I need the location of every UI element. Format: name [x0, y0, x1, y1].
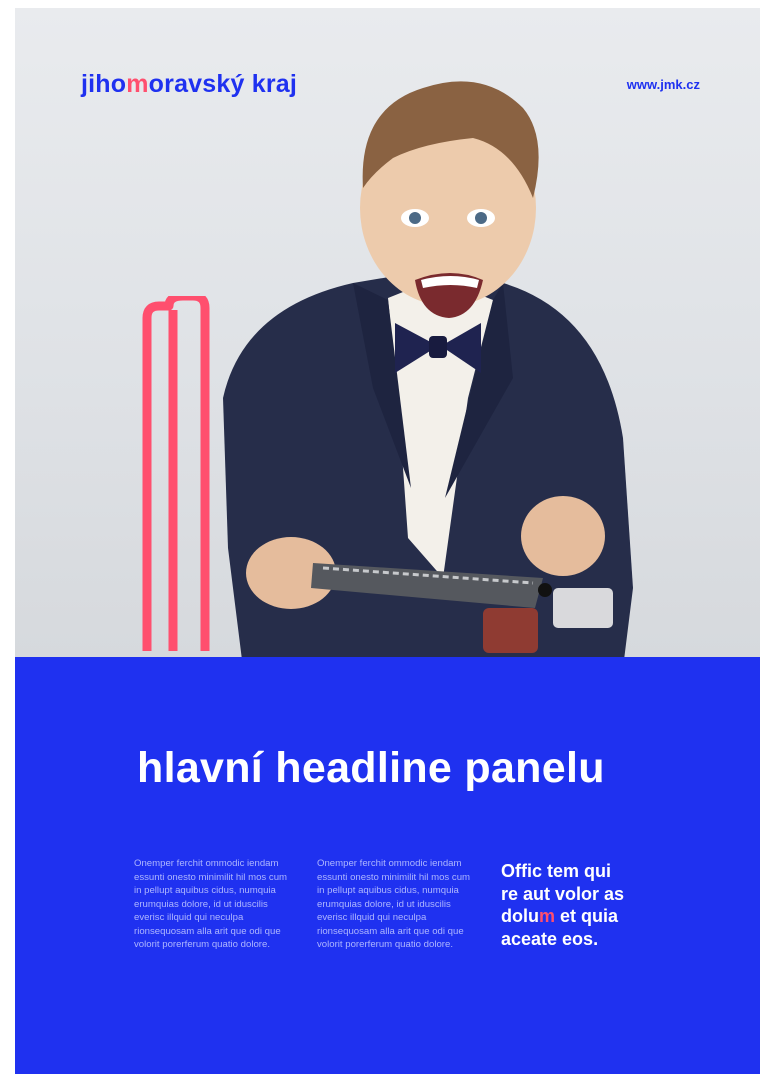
body-text-column-2: Onemper ferchit ommodic iendam essunti o…: [317, 858, 471, 950]
quote-line-4: aceate eos.: [501, 928, 599, 949]
logo-accent-letter: m: [126, 70, 149, 98]
child-figure: [223, 81, 633, 657]
hero-photo: jihomoravský kraj www.jmk.cz: [15, 8, 760, 657]
quote-line-3-start: dolu: [501, 906, 539, 926]
logo-text-start: jiho: [81, 70, 127, 98]
quote-accent-letter: m: [539, 906, 556, 926]
body-text-column-1: Onemper ferchit ommodic iendam essunti o…: [134, 858, 288, 950]
quote-line-1: Offic tem qui: [501, 861, 612, 881]
poster: jihomoravský kraj www.jmk.cz hlavní head…: [15, 8, 760, 1074]
quote-line-3: dolum et quia: [501, 905, 671, 928]
pull-quote: Offic tem qui re aut volor as dolum et q…: [501, 860, 671, 950]
headline: hlavní headline panelu: [137, 744, 605, 792]
quote-line-3-end: et quia: [555, 906, 619, 926]
blue-panel: hlavní headline panelu Onemper ferchit o…: [15, 657, 760, 1074]
quote-line-2: re aut volor as: [501, 883, 625, 904]
